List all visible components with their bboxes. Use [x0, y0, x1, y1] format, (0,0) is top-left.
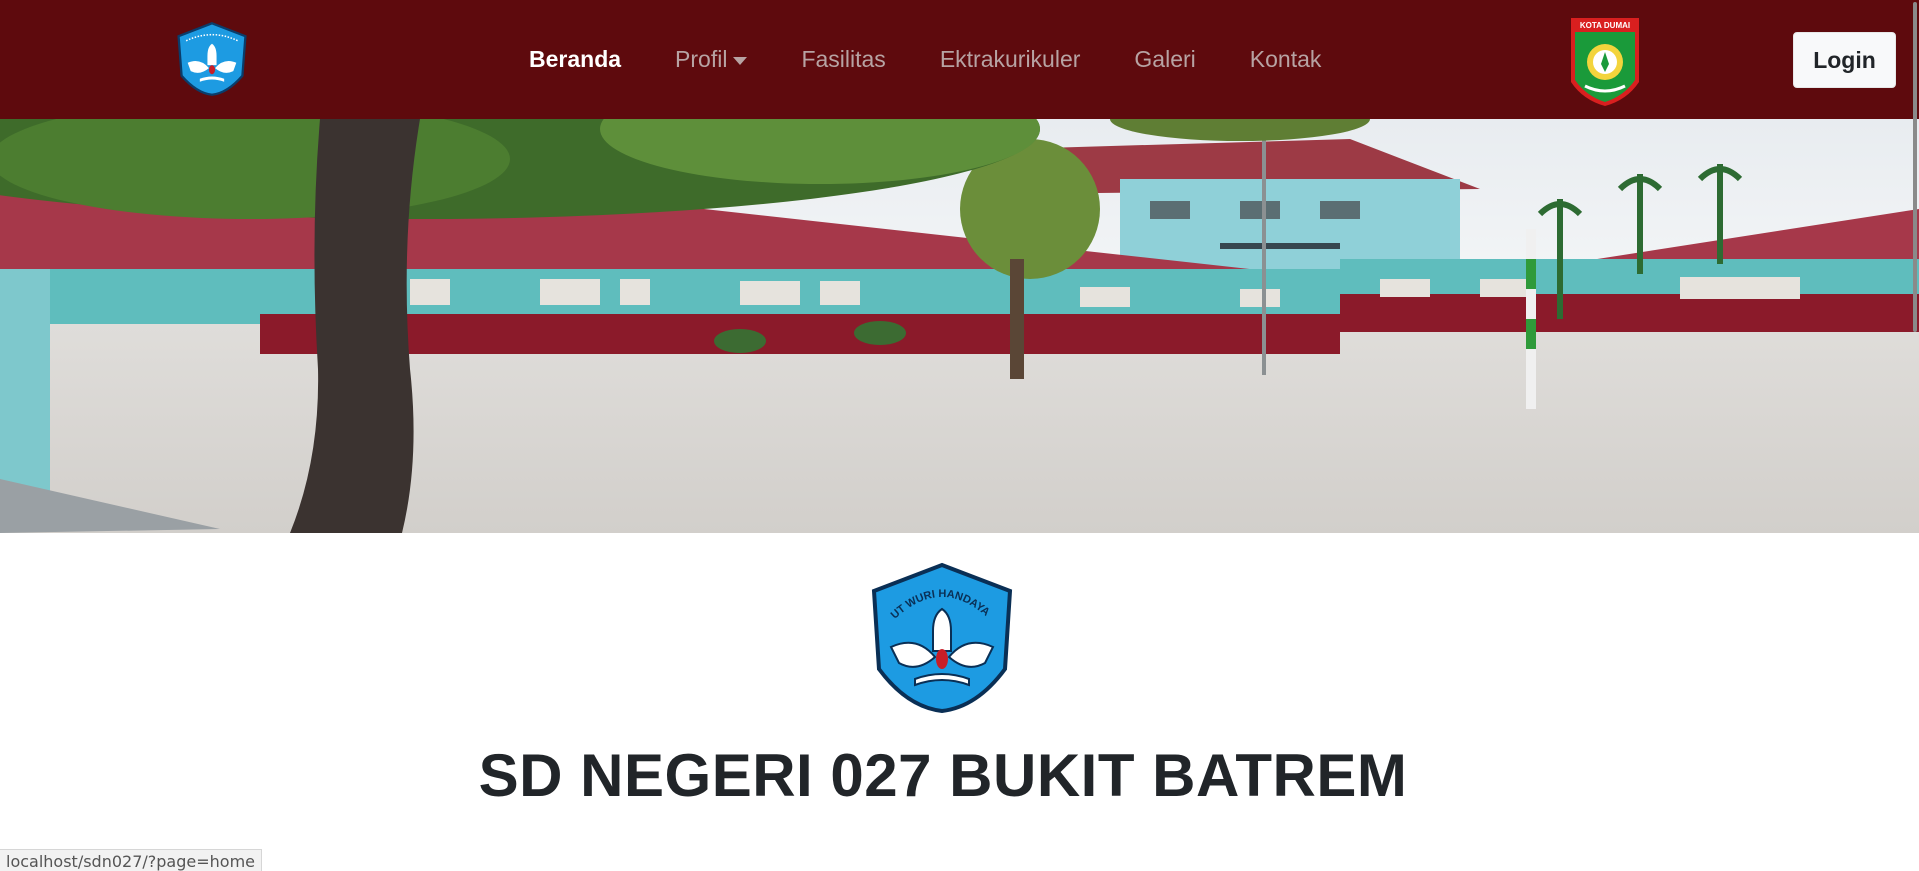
- nav-link-label: Kontak: [1249, 46, 1322, 72]
- nav-link-beranda[interactable]: Beranda: [502, 46, 648, 73]
- login-button[interactable]: Login: [1793, 32, 1896, 88]
- nav-link-label: Fasilitas: [801, 46, 886, 72]
- nav-menu: Beranda Profil Fasilitas Ektrakurikuler …: [502, 0, 1348, 119]
- status-bar-url: localhost/sdn027/?page=home: [0, 849, 262, 871]
- chevron-down-icon: [733, 56, 748, 65]
- nav-link-label: Profil: [675, 46, 728, 72]
- school-title: SD NEGERI 027 BUKIT BATREM: [478, 742, 1408, 809]
- nav-link-label: Ektrakurikuler: [939, 46, 1081, 72]
- nav-link-ektrakurikuler[interactable]: Ektrakurikuler: [913, 46, 1108, 73]
- nav-link-profil[interactable]: Profil: [648, 46, 774, 73]
- hero-image: [0, 119, 1919, 533]
- school-emblem: TUT WURI HANDAYANI: [863, 552, 1017, 714]
- nav-link-kontak[interactable]: Kontak: [1223, 46, 1349, 73]
- nav-link-fasilitas[interactable]: Fasilitas: [774, 46, 912, 73]
- tut-wuri-handayani-logo[interactable]: [174, 20, 250, 98]
- kota-dumai-label: KOTA DUMAI: [1580, 21, 1630, 30]
- navbar: Beranda Profil Fasilitas Ektrakurikuler …: [0, 0, 1919, 119]
- nav-link-label: Galeri: [1134, 46, 1196, 72]
- scrollbar-thumb[interactable]: [1913, 2, 1917, 332]
- nav-link-label: Beranda: [529, 46, 622, 72]
- kota-dumai-logo: KOTA DUMAI: [1567, 12, 1643, 108]
- scrollbar[interactable]: [1911, 0, 1919, 871]
- nav-link-galeri[interactable]: Galeri: [1107, 46, 1222, 73]
